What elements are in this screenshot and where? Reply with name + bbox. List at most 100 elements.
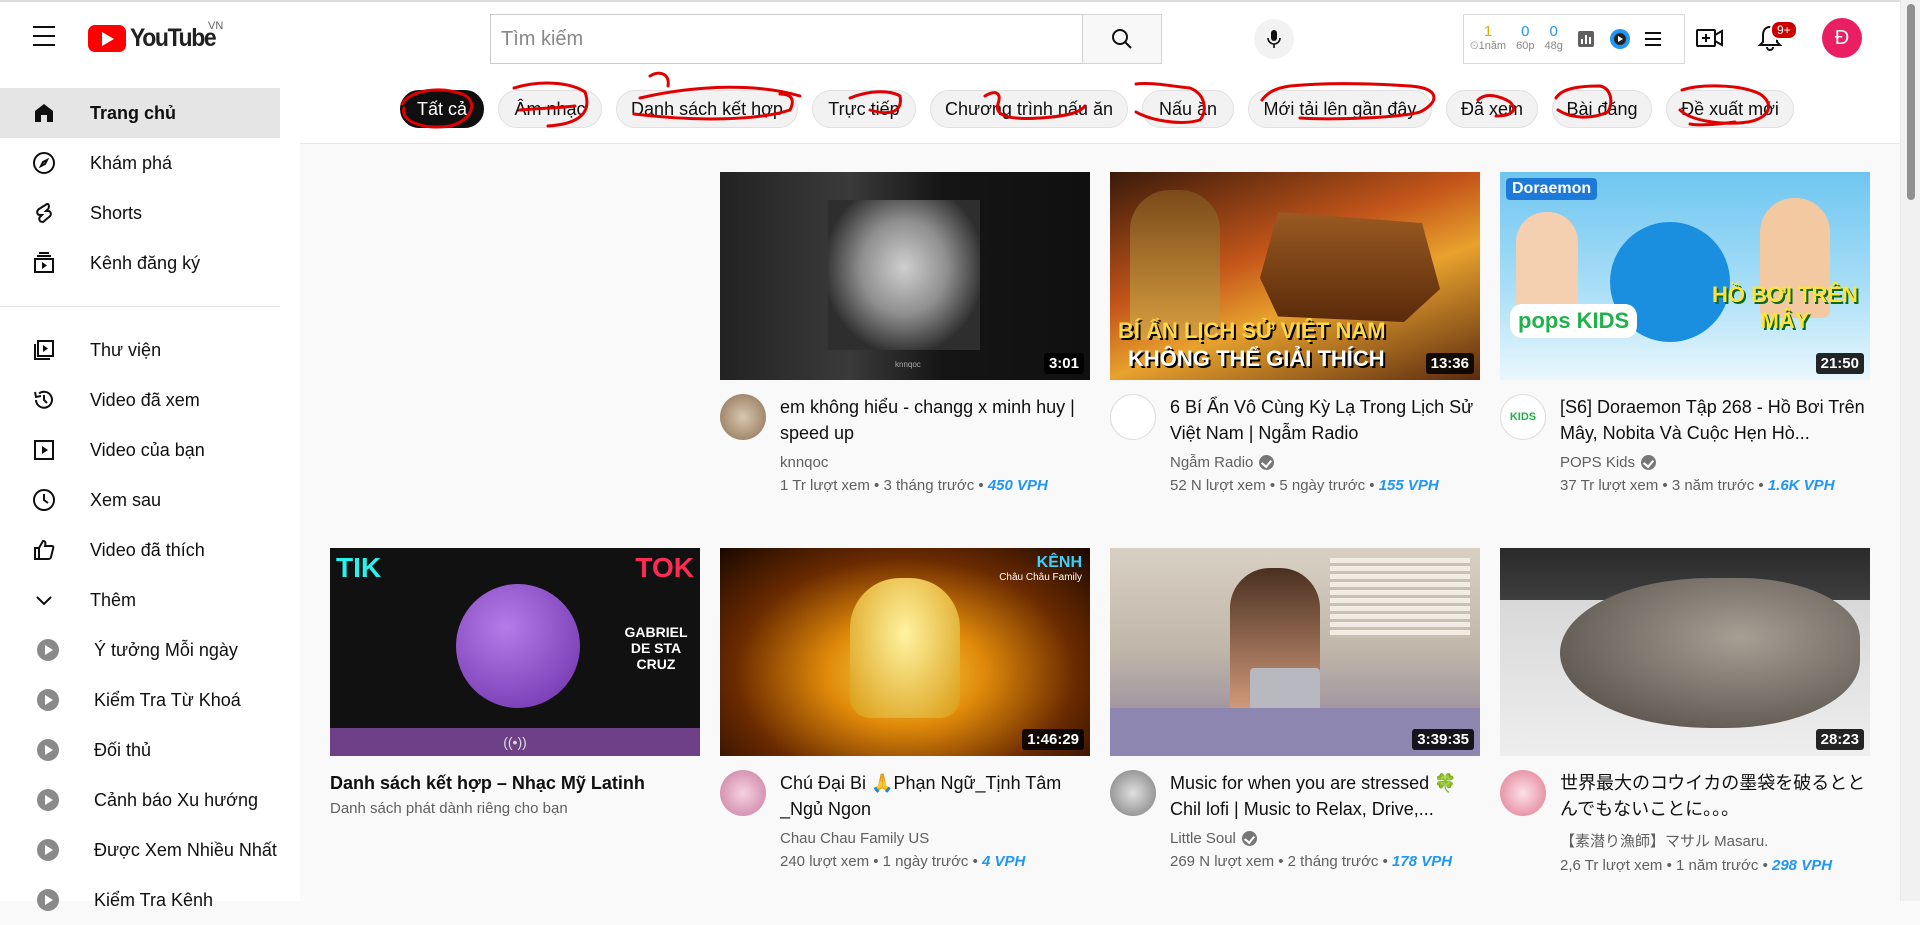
video-thumbnail[interactable]: knnqoc 3:01 bbox=[720, 172, 1090, 380]
play-circle-icon bbox=[37, 839, 59, 861]
vph-value: 450 VPH bbox=[987, 477, 1048, 494]
sidebar-item-watch-later[interactable]: Xem sau bbox=[0, 475, 300, 525]
channel-avatar[interactable] bbox=[1110, 770, 1156, 816]
video-thumbnail[interactable]: Doraemon pops KIDS HỒ BƠI TRÊN MÂY 21:50 bbox=[1500, 172, 1870, 380]
search-icon bbox=[1112, 29, 1132, 49]
sidebar-item-most-viewed[interactable]: Được Xem Nhiều Nhất bbox=[0, 825, 300, 875]
video-title[interactable]: 6 Bí Ẩn Vô Cùng Kỳ Lạ Trong Lịch Sử Việt… bbox=[1170, 394, 1480, 446]
sidebar-item-your-videos[interactable]: Video của bạn bbox=[0, 425, 300, 475]
chevron-down-icon bbox=[30, 586, 58, 614]
video-title[interactable]: 世界最大のコウイカの墨袋を破るととんでもないことに。。。 bbox=[1560, 770, 1870, 822]
search-bar bbox=[490, 14, 1162, 64]
sidebar-item-label: Cảnh báo Xu hướng bbox=[94, 789, 258, 810]
video-card[interactable]: Doraemon pops KIDS HỒ BƠI TRÊN MÂY 21:50… bbox=[1500, 172, 1870, 494]
thumbnail-window bbox=[1330, 558, 1470, 638]
youtube-logo[interactable]: YouTube VN bbox=[88, 20, 223, 53]
channel-name[interactable]: knnqoc bbox=[780, 454, 1090, 471]
country-code: VN bbox=[208, 20, 224, 32]
sidebar-item-label: Trang chủ bbox=[90, 102, 177, 123]
video-title[interactable]: Chú Đại Bi 🙏Phạn Ngữ_Tịnh Tâm _Ngủ Ngon bbox=[780, 770, 1090, 822]
sidebar-item-subscriptions[interactable]: Kênh đăng ký bbox=[0, 238, 300, 288]
channel-name[interactable]: 【素潜り漁師】マサル Masaru. bbox=[1560, 830, 1870, 851]
sidebar-item-explore[interactable]: Khám phá bbox=[0, 138, 300, 188]
sidebar-item-daily-ideas[interactable]: Ý tưởng Mỗi ngày bbox=[0, 625, 300, 675]
video-card[interactable]: BÍ ẨN LỊCH SỬ VIỆT NAM KHÔNG THỂ GIẢI TH… bbox=[1110, 172, 1480, 494]
history-icon bbox=[30, 386, 58, 414]
mix-card[interactable]: TIK TOK GABRIEL DE STA CRUZ ((•)) Danh s… bbox=[330, 548, 700, 817]
sidebar-item-label: Xem sau bbox=[90, 489, 162, 510]
chip-all[interactable]: Tất cả bbox=[400, 90, 484, 128]
upload-age: 1 năm trước bbox=[1676, 857, 1759, 874]
chip-live[interactable]: Trực tiếp bbox=[812, 90, 916, 128]
chip-cooking[interactable]: Nấu ăn bbox=[1142, 90, 1234, 128]
extension-widget[interactable]: 1 ⏲1năm 0 60p 0 48g bbox=[1463, 14, 1685, 64]
sidebar-item-home[interactable]: Trang chủ bbox=[0, 88, 280, 138]
scrollbar-thumb[interactable] bbox=[1907, 4, 1915, 200]
page-scrollbar[interactable] bbox=[1900, 0, 1920, 901]
channel-avatar[interactable] bbox=[720, 770, 766, 816]
video-thumbnail[interactable]: 3:39:35 bbox=[1110, 548, 1480, 756]
video-title[interactable]: [S6] Doraemon Tập 268 - Hồ Bơi Trên Mây,… bbox=[1560, 394, 1870, 446]
chip-mixes[interactable]: Danh sách kết hợp bbox=[616, 90, 798, 128]
play-circle-icon bbox=[37, 739, 59, 761]
sidebar-item-trend-alerts[interactable]: Cảnh báo Xu hướng bbox=[0, 775, 300, 825]
menu-icon[interactable] bbox=[28, 26, 60, 50]
channel-name[interactable]: Chau Chau Family US bbox=[780, 830, 1090, 847]
sidebar-item-keyword-check[interactable]: Kiểm Tra Từ Khoá bbox=[0, 675, 300, 725]
video-stats: 240 lượt xem • 1 ngày trước • 4 VPH bbox=[780, 853, 1026, 870]
chip-cooking-shows[interactable]: Chương trình nấu ăn bbox=[930, 90, 1128, 128]
video-stats: 2,6 Tr lượt xem • 1 năm trước • 298 VPH bbox=[1560, 857, 1833, 874]
thumbnail-tag-2: Châu Châu Family bbox=[999, 572, 1082, 583]
account-avatar[interactable]: Đ bbox=[1822, 18, 1862, 58]
channel-avatar[interactable] bbox=[720, 394, 766, 440]
sidebar-item-history[interactable]: Video đã xem bbox=[0, 375, 300, 425]
chip-new-to-you[interactable]: Đề xuất mới bbox=[1666, 90, 1794, 128]
mix-thumbnail[interactable]: TIK TOK GABRIEL DE STA CRUZ ((•)) bbox=[330, 548, 700, 756]
sidebar-item-channel-check[interactable]: Kiểm Tra Kênh bbox=[0, 875, 300, 925]
chip-watched[interactable]: Đã xem bbox=[1446, 90, 1538, 128]
mix-title[interactable]: Danh sách kết hợp – Nhạc Mỹ Latinh bbox=[330, 770, 700, 796]
video-thumbnail[interactable]: BÍ ẨN LỊCH SỬ VIỆT NAM KHÔNG THỂ GIẢI TH… bbox=[1110, 172, 1480, 380]
sidebar-item-library[interactable]: Thư viện bbox=[0, 325, 300, 375]
chip-posts[interactable]: Bài đăng bbox=[1552, 90, 1652, 128]
channel-avatar[interactable]: KIDS bbox=[1500, 394, 1546, 440]
chart-icon[interactable] bbox=[1577, 30, 1595, 48]
play-circle-icon bbox=[37, 689, 59, 711]
upload-age: 5 ngày trước bbox=[1279, 477, 1366, 494]
extension-logo-icon[interactable] bbox=[1609, 28, 1631, 50]
view-count: 37 Tr lượt xem bbox=[1560, 477, 1659, 494]
video-card[interactable]: knnqoc 3:01 em không hiểu - changg x min… bbox=[720, 172, 1090, 494]
video-thumbnail[interactable]: 28:23 bbox=[1500, 548, 1870, 756]
video-card[interactable]: 28:23 世界最大のコウイカの墨袋を破るととんでもないことに。。。 【素潜り漁… bbox=[1500, 548, 1870, 874]
search-input[interactable] bbox=[490, 14, 1082, 64]
video-duration: 21:50 bbox=[1815, 353, 1864, 374]
home-icon bbox=[30, 99, 58, 127]
sidebar-item-shorts[interactable]: Shorts bbox=[0, 188, 300, 238]
channel-avatar[interactable] bbox=[1110, 394, 1156, 440]
thumbnail-portrait bbox=[828, 200, 980, 350]
video-title[interactable]: em không hiểu - changg x minh huy | spee… bbox=[780, 394, 1090, 446]
create-video-button[interactable] bbox=[1694, 22, 1726, 54]
channel-name[interactable]: Little Soul bbox=[1170, 830, 1480, 847]
video-card[interactable]: KÊNH Châu Châu Family 1:46:29 Chú Đại Bi… bbox=[720, 548, 1090, 870]
channel-avatar[interactable] bbox=[1500, 770, 1546, 816]
video-card[interactable]: 3:39:35 Music for when you are stressed … bbox=[1110, 548, 1480, 870]
sidebar-item-liked[interactable]: Video đã thích bbox=[0, 525, 300, 575]
channel-name[interactable]: POPS Kids bbox=[1560, 454, 1870, 471]
chip-music[interactable]: Âm nhạc bbox=[498, 90, 602, 128]
sidebar-item-competitors[interactable]: Đối thủ bbox=[0, 725, 300, 775]
channel-name[interactable]: Ngẫm Radio bbox=[1170, 454, 1480, 471]
search-button[interactable] bbox=[1082, 14, 1162, 64]
video-duration: 1:46:29 bbox=[1022, 729, 1084, 750]
video-stats: 1 Tr lượt xem • 3 tháng trước • 450 VPH bbox=[780, 477, 1048, 494]
ext-stat-2: 0 60p bbox=[1516, 23, 1535, 52]
list-icon[interactable] bbox=[1644, 32, 1661, 46]
thumbnail-buddha bbox=[850, 578, 960, 718]
video-thumbnail[interactable]: KÊNH Châu Châu Family 1:46:29 bbox=[720, 548, 1090, 756]
video-title[interactable]: Music for when you are stressed 🍀 Chil l… bbox=[1170, 770, 1480, 822]
chip-recently-uploaded[interactable]: Mới tải lên gần đây bbox=[1248, 90, 1432, 128]
thumbnail-artist: GABRIEL DE STA CRUZ bbox=[624, 624, 688, 672]
sidebar-item-label: Shorts bbox=[90, 202, 143, 223]
sidebar-item-more[interactable]: Thêm bbox=[0, 575, 300, 625]
voice-search-button[interactable] bbox=[1254, 19, 1294, 59]
